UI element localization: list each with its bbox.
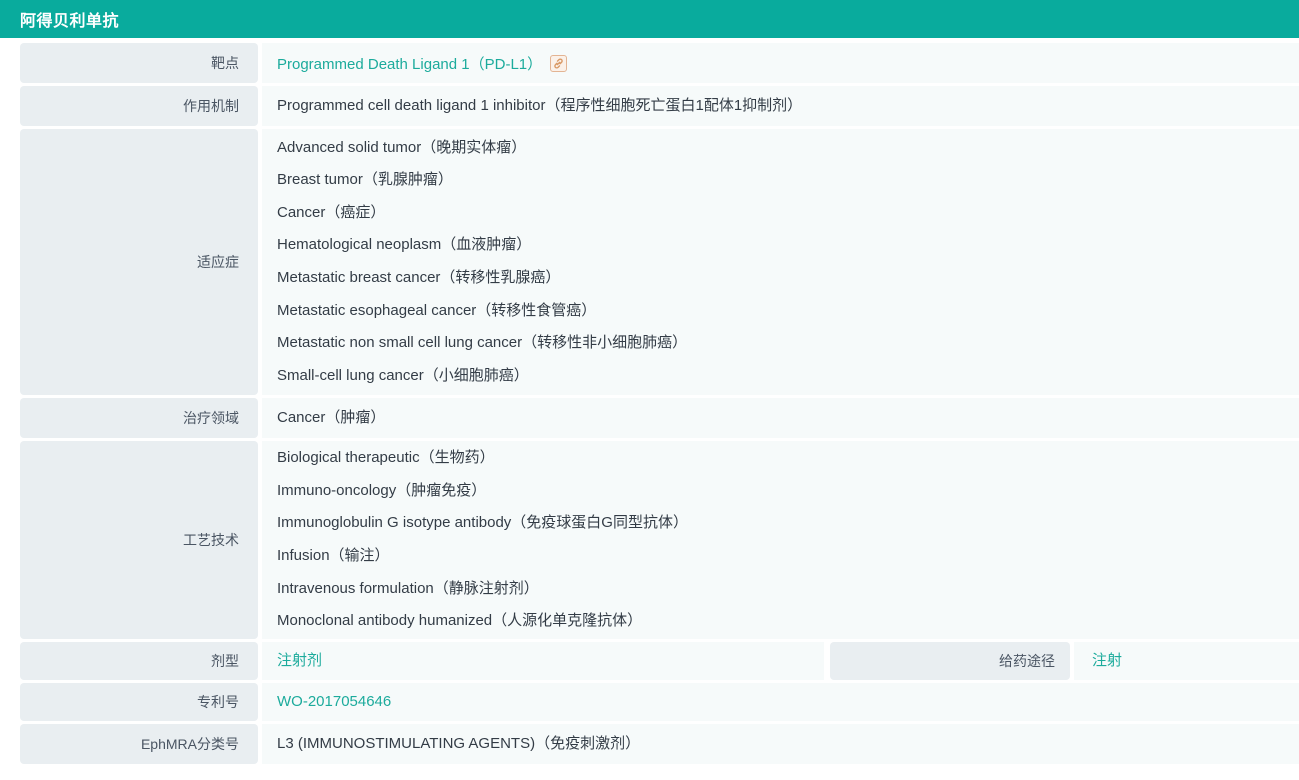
row-value-dosage-form: 注射剂 <box>262 642 824 680</box>
table-row-patent: 专利号 WO-2017054646 <box>20 683 1299 721</box>
row-label-ephmra: EphMRA分类号 <box>20 724 258 764</box>
external-link-icon[interactable] <box>550 54 568 72</box>
table-row-dosage: 剂型 注射剂 给药途径 注射 <box>20 642 1299 680</box>
technology-item: Intravenous formulation（静脉注射剂） <box>277 579 539 597</box>
indication-item: Small-cell lung cancer（小细胞肺癌） <box>277 366 529 384</box>
row-value-patent: WO-2017054646 <box>262 683 1299 721</box>
row-label-dosage-form: 剂型 <box>20 642 258 680</box>
indication-item: Hematological neoplasm（血液肿瘤） <box>277 236 532 254</box>
indication-item: Metastatic breast cancer（转移性乳腺癌） <box>277 269 561 286</box>
indication-item: Advanced solid tumor（晚期实体瘤） <box>277 138 527 156</box>
technology-item: Infusion（输注） <box>277 547 390 564</box>
technology-item: Monoclonal antibody humanized（人源化单克隆抗体） <box>277 612 643 630</box>
row-value-mechanism: Programmed cell death ligand 1 inhibitor… <box>262 86 1299 126</box>
mechanism-text: Programmed cell death ligand 1 inhibitor… <box>277 96 803 114</box>
row-label-patent: 专利号 <box>20 683 258 721</box>
row-value-route: 注射 <box>1074 642 1299 680</box>
indication-item: Metastatic non small cell lung cancer（转移… <box>277 334 688 352</box>
patent-link[interactable]: WO-2017054646 <box>277 693 391 710</box>
row-value-ephmra: L3 (IMMUNOSTIMULATING AGENTS)（免疫刺激剂） <box>262 724 1299 764</box>
table-row-technology: 工艺技术 Biological therapeutic（生物药） Immuno-… <box>20 441 1299 639</box>
table-row-target: 靶点 Programmed Death Ligand 1（PD-L1） <box>20 43 1299 83</box>
dosage-form-link[interactable]: 注射剂 <box>277 652 322 669</box>
indication-item: Breast tumor（乳腺肿瘤） <box>277 171 453 189</box>
row-label-target: 靶点 <box>20 43 258 83</box>
target-link[interactable]: Programmed Death Ligand 1（PD-L1） <box>277 53 542 74</box>
row-value-therapy-area: Cancer（肿瘤） <box>262 398 1299 438</box>
row-label-technology: 工艺技术 <box>20 441 258 639</box>
row-label-mechanism: 作用机制 <box>20 86 258 126</box>
row-label-therapy-area: 治疗领域 <box>20 398 258 438</box>
row-label-route: 给药途径 <box>830 642 1070 680</box>
drug-info-table: 靶点 Programmed Death Ligand 1（PD-L1） 作用机制… <box>0 43 1299 764</box>
page-header: 阿得贝利单抗 <box>0 0 1299 38</box>
route-link[interactable]: 注射 <box>1092 652 1122 669</box>
row-value-indications: Advanced solid tumor（晚期实体瘤） Breast tumor… <box>262 129 1299 395</box>
page-title: 阿得贝利单抗 <box>20 13 120 30</box>
table-row-indications: 适应症 Advanced solid tumor（晚期实体瘤） Breast t… <box>20 129 1299 395</box>
table-row-ephmra: EphMRA分类号 L3 (IMMUNOSTIMULATING AGENTS)（… <box>20 724 1299 764</box>
technology-item: Immunoglobulin G isotype antibody（免疫球蛋白G… <box>277 514 688 532</box>
row-value-target: Programmed Death Ligand 1（PD-L1） <box>262 43 1299 83</box>
table-row-therapy-area: 治疗领域 Cancer（肿瘤） <box>20 398 1299 438</box>
ephmra-text: L3 (IMMUNOSTIMULATING AGENTS)（免疫刺激剂） <box>277 734 641 752</box>
indication-item: Metastatic esophageal cancer（转移性食管癌） <box>277 301 597 319</box>
row-label-indications: 适应症 <box>20 129 258 395</box>
table-row-mechanism: 作用机制 Programmed cell death ligand 1 inhi… <box>20 86 1299 126</box>
indication-item: Cancer（癌症） <box>277 203 386 221</box>
row-value-technology: Biological therapeutic（生物药） Immuno-oncol… <box>262 441 1299 639</box>
technology-item: Biological therapeutic（生物药） <box>277 449 495 467</box>
therapy-area-text: Cancer（肿瘤） <box>277 408 386 426</box>
technology-item: Immuno-oncology（肿瘤免疫） <box>277 481 487 499</box>
